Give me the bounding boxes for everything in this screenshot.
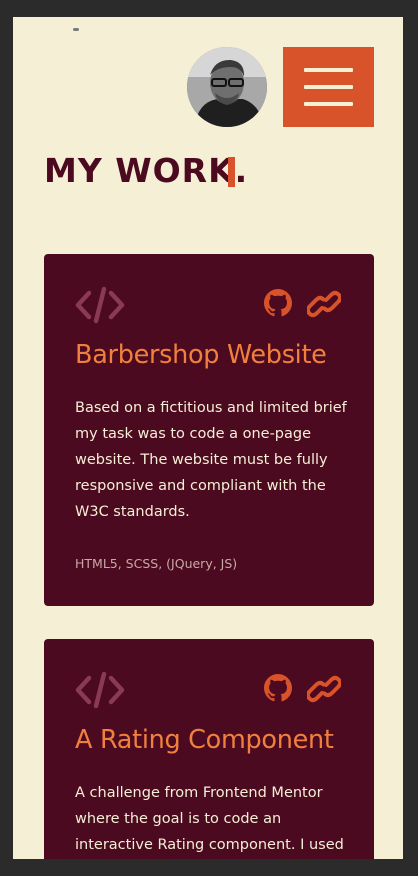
menu-button[interactable] bbox=[283, 47, 374, 127]
code-icon bbox=[75, 286, 125, 324]
page: MY WORK. Barbershop Website Based on a f… bbox=[13, 17, 403, 859]
project-tags: HTML5, SCSS, (JQuery, JS) bbox=[75, 556, 238, 571]
hamburger-icon-bar bbox=[304, 85, 353, 89]
avatar bbox=[187, 47, 267, 127]
code-icon bbox=[75, 671, 125, 709]
hamburger-icon-bar bbox=[304, 102, 353, 106]
project-card: A Rating Component A challenge from Fron… bbox=[44, 639, 374, 859]
github-icon[interactable] bbox=[264, 674, 292, 702]
top-edge-mark bbox=[73, 28, 79, 31]
project-description: Based on a fictitious and limited brief … bbox=[75, 400, 347, 520]
link-icon[interactable] bbox=[307, 290, 341, 318]
project-title: Barbershop Website bbox=[75, 340, 327, 370]
project-description: A challenge from Frontend Mentor where t… bbox=[75, 785, 344, 853]
github-icon[interactable] bbox=[264, 289, 292, 317]
link-icon[interactable] bbox=[307, 675, 341, 703]
title-cursor bbox=[228, 157, 235, 187]
project-title: A Rating Component bbox=[75, 725, 334, 755]
hamburger-icon bbox=[304, 68, 353, 72]
portrait-image bbox=[187, 47, 267, 127]
project-card: Barbershop Website Based on a fictitious… bbox=[44, 254, 374, 606]
page-title: MY WORK. bbox=[44, 151, 249, 190]
